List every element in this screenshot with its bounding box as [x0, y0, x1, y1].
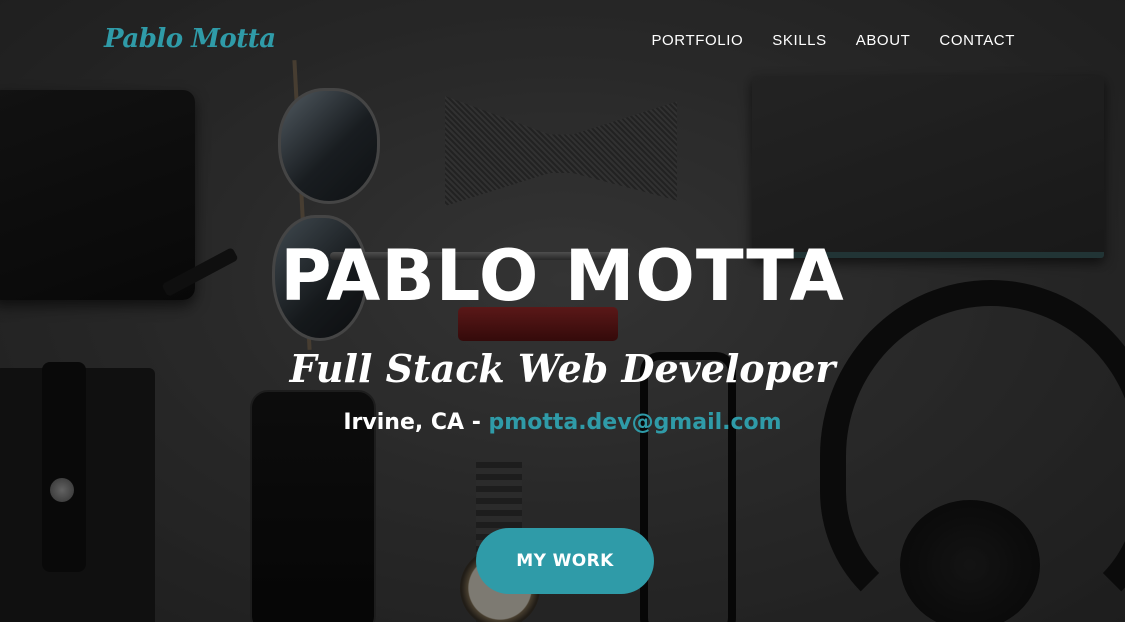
hero-job-title: Full Stack Web Developer [289, 346, 836, 391]
nav-item-portfolio[interactable]: PORTFOLIO [651, 32, 743, 49]
hero-location: Irvine, CA [343, 410, 465, 435]
hero-name: PABLO MOTTA [280, 235, 845, 317]
hero-contact-line: Irvine, CA - pmotta.dev@gmail.com [0, 408, 1125, 438]
top-navigation: Pablo Motta PORTFOLIO SKILLS ABOUT CONTA… [0, 0, 1125, 84]
nav-item-skills[interactable]: SKILLS [772, 32, 826, 49]
nav-item-contact[interactable]: CONTACT [939, 32, 1015, 49]
my-work-button[interactable]: MY WORK [476, 528, 654, 594]
nav-menu: PORTFOLIO SKILLS ABOUT CONTACT [651, 32, 1015, 49]
hero-separator: - [464, 410, 489, 435]
nav-item-about[interactable]: ABOUT [856, 32, 911, 49]
brand-logo[interactable]: Pablo Motta [104, 24, 276, 54]
hero-email-link[interactable]: pmotta.dev@gmail.com [489, 410, 782, 435]
hero-content: PABLO MOTTA Full Stack Web Developer Irv… [0, 230, 1125, 438]
